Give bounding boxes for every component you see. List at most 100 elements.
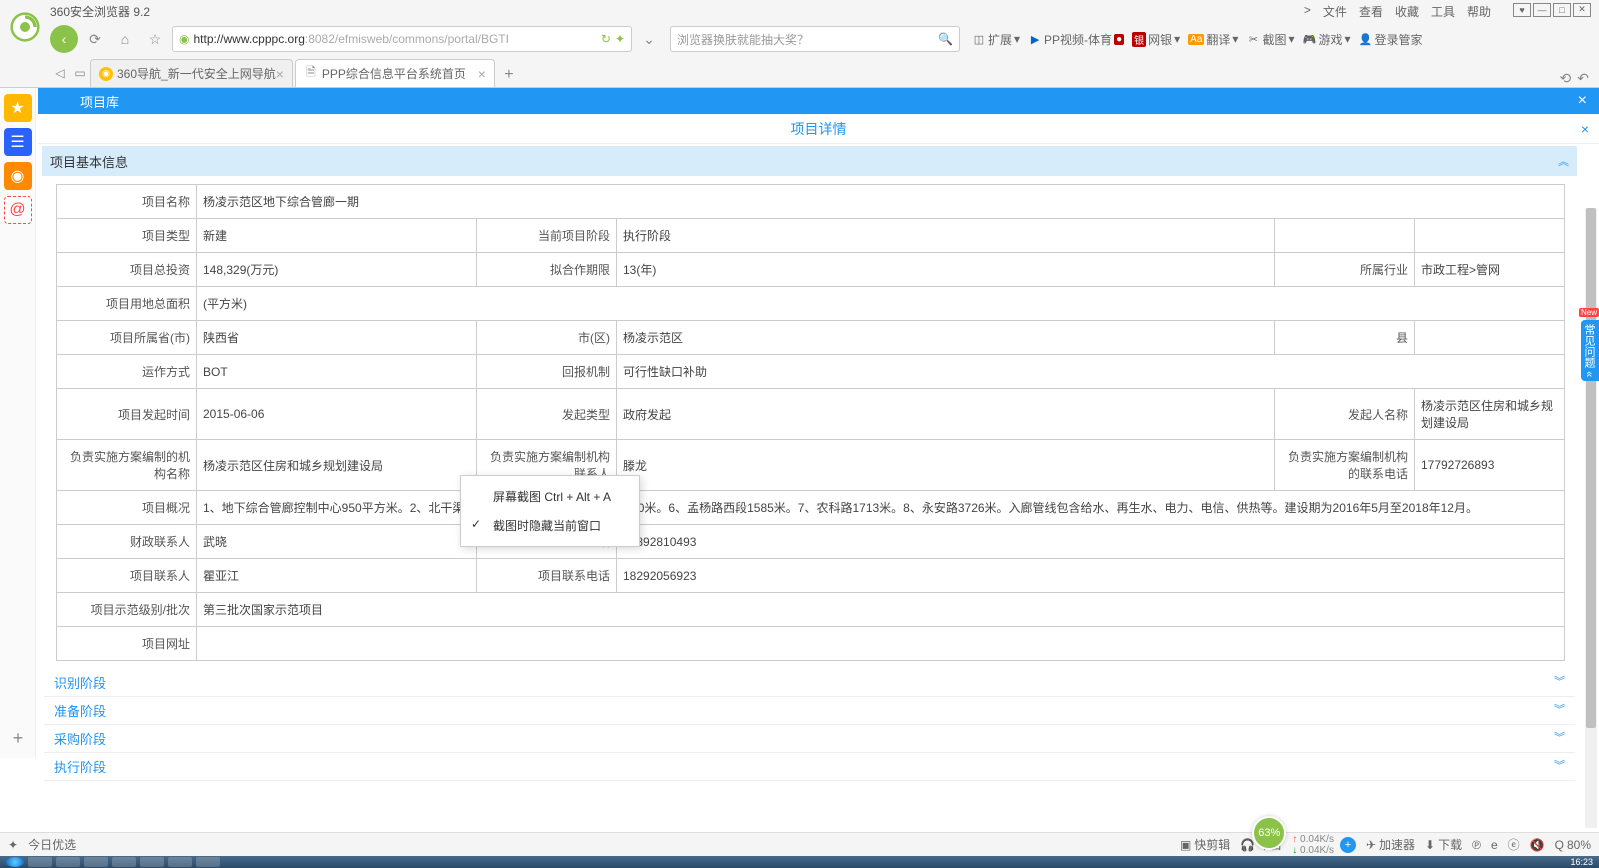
- taskbar-item[interactable]: [84, 857, 108, 867]
- faq-side-tab[interactable]: New 常见问题 «: [1581, 320, 1599, 381]
- tab-ppp[interactable]: 🗎 PPP综合信息平台系统首页 ×: [295, 59, 495, 87]
- page-header-close[interactable]: ×: [1578, 92, 1587, 110]
- browser-title: 360安全浏览器 9.2: [50, 3, 150, 20]
- tab-undo-icon[interactable]: ↶: [1577, 70, 1589, 87]
- window-tube-icon[interactable]: ♥: [1513, 3, 1531, 17]
- nav-reload-button[interactable]: ⟳: [82, 26, 108, 52]
- status-kuaijian[interactable]: ▣快剪辑: [1180, 836, 1230, 853]
- scrollbar-thumb[interactable]: [1586, 208, 1596, 728]
- scissors-icon: ▣: [1180, 838, 1191, 852]
- section-basic-info[interactable]: 项目基本信息 ︽: [42, 146, 1577, 176]
- close-tab-icon[interactable]: ×: [478, 66, 486, 82]
- start-button[interactable]: [6, 857, 24, 867]
- chevron-down-icon: ︾: [1554, 701, 1565, 717]
- nav-back-button[interactable]: ‹: [50, 25, 78, 53]
- scrollbar[interactable]: [1585, 208, 1597, 828]
- tab-list-icon[interactable]: ▭: [70, 59, 90, 87]
- new-badge: New: [1579, 308, 1599, 317]
- ext-dengluguanjia[interactable]: 👤登录管家: [1359, 31, 1423, 48]
- ext-youxi[interactable]: 🎮游戏 ▾: [1302, 31, 1350, 48]
- status-ie-icon[interactable]: ⓔ: [1508, 836, 1520, 853]
- chevron-down-icon: ︾: [1554, 673, 1565, 689]
- favicon-page-icon: 🗎: [304, 67, 318, 81]
- page-header-bar: 项目库 ×: [38, 88, 1599, 114]
- ext-jietu[interactable]: ✂截图 ▾: [1246, 31, 1294, 48]
- left-sidebar: ★ ☰ ◉ @ +: [0, 88, 36, 758]
- value-project-name: 杨凌示范区地下综合管廊一期: [197, 185, 1565, 219]
- sidebar-favorites-icon[interactable]: ★: [4, 94, 32, 122]
- speed-percent: 63%: [1252, 816, 1286, 850]
- taskbar-item[interactable]: [196, 857, 220, 867]
- taskbar-item[interactable]: [28, 857, 52, 867]
- menu-fav[interactable]: 收藏: [1395, 3, 1419, 20]
- menu-view[interactable]: 查看: [1359, 3, 1383, 20]
- speed-badge[interactable]: 63% ↑ 0.04K/s ↓ 0.04K/s +: [1292, 834, 1356, 856]
- leaf-icon[interactable]: ✦: [615, 32, 625, 46]
- sidebar-news-icon[interactable]: ☰: [4, 128, 32, 156]
- status-download[interactable]: ⬇下载: [1425, 836, 1462, 853]
- status-bar: ✦ 今日优选 ▣快剪辑 🎧今日 63% ↑ 0.04K/s ↓ 0.04K/s …: [0, 832, 1599, 856]
- menu-hide-window[interactable]: ✓截图时隐藏当前窗口: [461, 511, 639, 540]
- nav-home-button[interactable]: ⌂: [112, 26, 138, 52]
- project-info-table: 项目名称 杨凌示范区地下综合管廊一期 项目类型 新建 当前项目阶段 执行阶段 项…: [56, 184, 1565, 661]
- collapse-icon[interactable]: ︽: [1558, 153, 1569, 169]
- ext-colors-icon[interactable]: ◫扩展 ▾: [972, 31, 1020, 48]
- window-maximize[interactable]: □: [1553, 3, 1571, 17]
- rocket-icon: ✈: [1366, 838, 1376, 852]
- tab-360nav[interactable]: ◉ 360导航_新一代安全上网导航 ×: [90, 59, 293, 87]
- phase-prepare[interactable]: 准备阶段︾: [44, 697, 1575, 725]
- status-e-icon[interactable]: e: [1491, 838, 1498, 852]
- sidebar-add-button[interactable]: +: [4, 724, 32, 752]
- value-overview: 1、地下综合管廊控制中心950平方米。2、北干渠东段4379米。5、孟杨路东段2…: [197, 491, 1565, 525]
- upload-arrow-icon: ↑: [1292, 834, 1297, 845]
- screenshot-context-menu: 屏幕截图 Ctrl + Alt + A ✓截图时隐藏当前窗口: [460, 475, 640, 547]
- chevron-down-icon: ︾: [1554, 757, 1565, 773]
- detail-close[interactable]: ×: [1581, 121, 1589, 137]
- status-mute-icon[interactable]: 🔇: [1530, 838, 1545, 852]
- status-p-icon[interactable]: ℗: [1472, 838, 1481, 852]
- page-header-title: 项目库: [80, 92, 119, 111]
- status-news-icon[interactable]: ✦: [8, 838, 18, 852]
- taskbar-item[interactable]: [56, 857, 80, 867]
- taskbar-item[interactable]: [168, 857, 192, 867]
- new-tab-button[interactable]: +: [497, 63, 521, 87]
- download-arrow-icon: ↓: [1292, 845, 1297, 856]
- taskbar-clock: 16:23: [1570, 857, 1593, 867]
- tab-restore-icon[interactable]: ⟲: [1560, 70, 1572, 87]
- refresh-icon[interactable]: ↻: [601, 32, 611, 46]
- sidebar-weibo-icon[interactable]: ◉: [4, 162, 32, 190]
- menu-screenshot[interactable]: 屏幕截图 Ctrl + Alt + A: [461, 482, 639, 511]
- sub-header: 项目详情 ×: [38, 114, 1599, 144]
- chevron-down-icon: ︾: [1554, 729, 1565, 745]
- menu-tools[interactable]: 工具: [1431, 3, 1455, 20]
- check-icon: ✓: [471, 517, 481, 531]
- tab-history-back[interactable]: ◁: [50, 59, 70, 87]
- phase-identify[interactable]: 识别阶段︾: [44, 669, 1575, 697]
- menu-file[interactable]: 文件: [1323, 3, 1347, 20]
- status-zoom[interactable]: Q 80%: [1555, 838, 1591, 852]
- search-input[interactable]: 浏览器换肤就能抽大奖？ 🔍: [670, 26, 960, 52]
- taskbar-item[interactable]: [112, 857, 136, 867]
- menu-help[interactable]: 帮助: [1467, 3, 1491, 20]
- plus-badge-icon[interactable]: +: [1340, 837, 1356, 853]
- taskbar-item[interactable]: [140, 857, 164, 867]
- window-minimize[interactable]: —: [1533, 3, 1551, 17]
- address-bar[interactable]: ◉ http://www.cpppc.org:8082/efmisweb/com…: [172, 26, 632, 52]
- phase-execute[interactable]: 执行阶段︾: [44, 753, 1575, 781]
- phase-procure[interactable]: 采购阶段︾: [44, 725, 1575, 753]
- windows-taskbar: 16:23: [0, 856, 1599, 868]
- ext-fanyi[interactable]: Aa翻译 ▾: [1188, 31, 1238, 48]
- url-dropdown[interactable]: ⌄: [636, 26, 662, 52]
- status-jiasu[interactable]: ✈加速器: [1366, 836, 1415, 853]
- close-tab-icon[interactable]: ×: [276, 66, 284, 82]
- nav-star-button[interactable]: ☆: [142, 26, 168, 52]
- ext-ppvideo[interactable]: ▶PP视频-体育●: [1028, 31, 1124, 48]
- download-icon: ⬇: [1425, 838, 1435, 852]
- favicon-360-icon: ◉: [99, 67, 113, 81]
- ext-wangyin[interactable]: 银网银 ▾: [1132, 31, 1180, 48]
- sidebar-mail-icon[interactable]: @: [4, 196, 32, 224]
- browser-logo: [10, 12, 40, 42]
- status-today[interactable]: 今日优选: [28, 836, 76, 853]
- window-close[interactable]: ✕: [1573, 3, 1591, 17]
- search-icon[interactable]: 🔍: [938, 32, 953, 46]
